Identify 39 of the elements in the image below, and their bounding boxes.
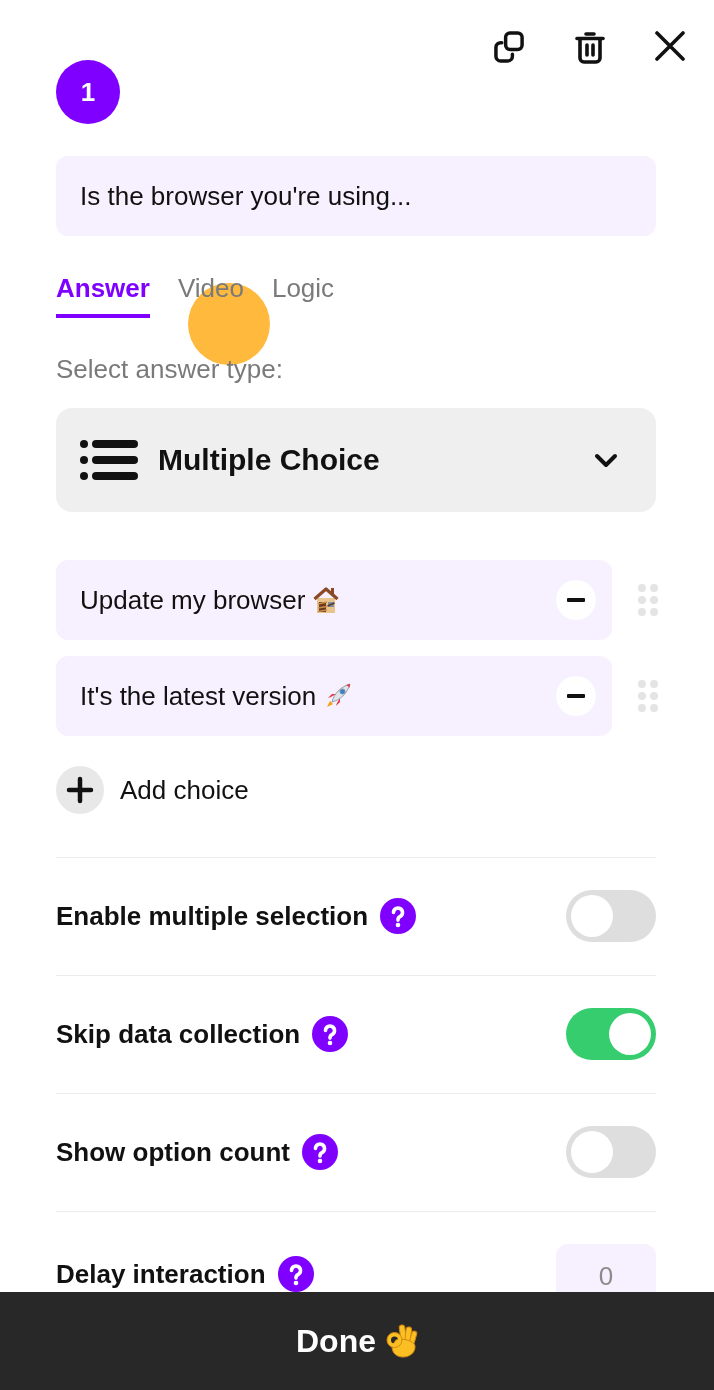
minus-icon [567,598,585,602]
help-icon[interactable] [380,898,417,934]
help-icon[interactable] [277,1256,314,1292]
plus-icon [56,766,104,814]
toggle-switch[interactable] [566,1008,656,1060]
setting-label: Delay interaction [56,1260,266,1288]
choice-text: Update my browser [80,584,306,616]
delay-input[interactable]: 0 [556,1244,656,1292]
list-icon [80,440,138,480]
tab[interactable]: Answer [56,272,150,318]
answer-type-dropdown[interactable]: Multiple Choice [56,408,656,512]
done-button[interactable]: Done [0,1292,714,1390]
choice-field[interactable]: Update my browser [56,560,612,640]
help-icon[interactable] [301,1134,338,1170]
setting-label: Enable multiple selection [56,902,369,930]
ok-hand-icon [386,1323,418,1359]
help-icon[interactable] [312,1016,349,1052]
minus-icon [567,694,585,698]
remove-choice-button[interactable] [556,580,596,620]
toggle-switch[interactable] [566,890,656,942]
tab[interactable]: Logic [271,272,335,318]
chevron-down-icon [594,452,618,468]
drag-handle-icon[interactable] [638,584,658,616]
choice-text: It's the latest version [80,680,317,712]
drag-handle-icon[interactable] [638,680,658,712]
toggle-switch[interactable] [566,1126,656,1178]
question-field[interactable]: Is the browser you're using... [56,156,656,236]
rocket-icon [324,682,353,710]
remove-choice-button[interactable] [556,676,596,716]
copy-icon[interactable] [494,31,525,63]
answer-type-label: Select answer type: [56,355,283,383]
close-icon[interactable] [655,31,685,61]
setting-label: Show option count [56,1138,290,1166]
trash-icon[interactable] [575,31,605,64]
broken-house-icon [313,586,340,614]
question-number-badge: 1 [56,60,120,124]
setting-label: Skip data collection [56,1020,301,1048]
choice-field[interactable]: It's the latest version [56,656,612,736]
add-choice-button[interactable]: Add choice [56,766,249,814]
